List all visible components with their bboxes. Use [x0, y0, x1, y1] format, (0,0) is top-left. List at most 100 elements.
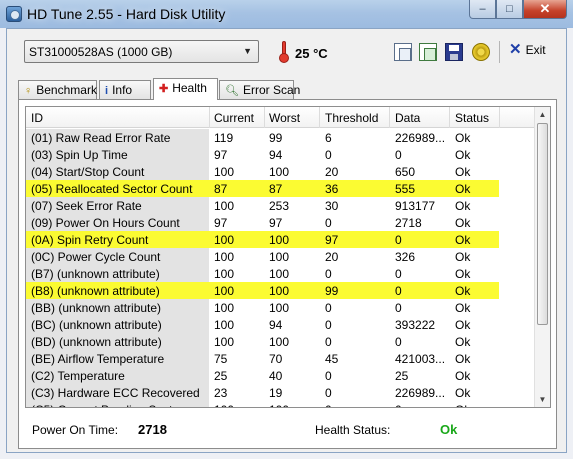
- cell-worst: 94: [269, 318, 283, 332]
- table-row[interactable]: (BE) Airflow Temperature 75 70 45 421003... O…: [26, 350, 536, 367]
- table-row[interactable]: (04) Start/Stop Count 100 100 20 650 Ok: [26, 163, 536, 180]
- table-row[interactable]: (C2) Temperature 25 40 0 25 Ok: [26, 367, 536, 384]
- cell-data: 0: [395, 233, 402, 247]
- column-header-status[interactable]: Status: [455, 111, 489, 125]
- cell-status: Ok: [455, 284, 471, 298]
- cell-current: 87: [214, 182, 228, 196]
- minimize-button[interactable]: –: [469, 0, 496, 19]
- cell-data: 0: [395, 403, 402, 407]
- tab-benchmark[interactable]: ♀ Benchmark: [18, 80, 97, 99]
- cell-data: 0: [395, 148, 402, 162]
- table-row[interactable]: (03) Spin Up Time 97 94 0 0 Ok: [26, 146, 536, 163]
- cell-threshold: 0: [325, 216, 332, 230]
- cell-threshold: 97: [325, 233, 339, 247]
- tab-label: Error Scan: [242, 83, 301, 97]
- close-button[interactable]: ✕: [523, 0, 567, 19]
- scroll-down-arrow-icon[interactable]: ▼: [535, 392, 550, 407]
- table-row[interactable]: (01) Raw Read Error Rate 119 99 6 226989... O…: [26, 129, 536, 146]
- cell-threshold: 6: [325, 131, 332, 145]
- cell-status: Ok: [455, 250, 471, 264]
- table-row[interactable]: (C5) Current Pending Sector 100 100 0 0 Ok: [26, 401, 536, 407]
- cell-id: (BB) (unknown attribute): [31, 301, 162, 315]
- thermometer-icon: [279, 41, 289, 63]
- cell-id: (BC) (unknown attribute): [31, 318, 162, 332]
- drive-select[interactable]: ST31000528AS (1000 GB) ▼: [24, 40, 259, 63]
- cell-current: 23: [214, 386, 228, 400]
- copy-icon[interactable]: [394, 43, 412, 61]
- app-window: HD Tune 2.55 - Hard Disk Utility – □ ✕ S…: [0, 0, 573, 459]
- cell-status: Ok: [455, 182, 471, 196]
- cell-data: 0: [395, 335, 402, 349]
- tab-error-scan[interactable]: 🔍︎ Error Scan: [219, 80, 300, 99]
- power-on-time-label: Power On Time:: [32, 423, 119, 437]
- window-title: HD Tune 2.55 - Hard Disk Utility: [27, 6, 226, 22]
- cell-id: (01) Raw Read Error Rate: [31, 131, 171, 145]
- cell-current: 97: [214, 148, 228, 162]
- cell-data: 0: [395, 284, 402, 298]
- column-header-data[interactable]: Data: [395, 111, 420, 125]
- copy-all-icon[interactable]: [419, 43, 437, 61]
- scroll-up-arrow-icon[interactable]: ▲: [535, 107, 550, 122]
- cell-id: (BD) (unknown attribute): [31, 335, 162, 349]
- cell-current: 100: [214, 318, 235, 332]
- title-bar[interactable]: HD Tune 2.55 - Hard Disk Utility – □ ✕: [0, 0, 573, 28]
- cell-status: Ok: [455, 369, 471, 383]
- maximize-button[interactable]: □: [496, 0, 523, 19]
- table-row[interactable]: (B7) (unknown attribute) 100 100 0 0 Ok: [26, 265, 536, 282]
- cell-threshold: 0: [325, 148, 332, 162]
- client-area: ST31000528AS (1000 GB) ▼ 25 °C ✕ Exit ♀ B…: [6, 28, 567, 453]
- cell-status: Ok: [455, 267, 471, 281]
- table-row[interactable]: (05) Reallocated Sector Count 87 87 36 555 Ok: [26, 180, 536, 197]
- tab-health[interactable]: ✚ Health: [153, 78, 218, 100]
- info-icon: i: [105, 85, 109, 97]
- cell-threshold: 20: [325, 250, 339, 264]
- cell-status: Ok: [455, 318, 471, 332]
- column-header-current[interactable]: Current: [214, 111, 254, 125]
- table-row[interactable]: (0C) Power Cycle Count 100 100 20 326 Ok: [26, 248, 536, 265]
- cell-id: (04) Start/Stop Count: [31, 165, 145, 179]
- column-header-id[interactable]: ID: [31, 111, 43, 125]
- tab-info[interactable]: i Info: [99, 80, 151, 99]
- save-icon[interactable]: [445, 43, 463, 61]
- cell-worst: 100: [269, 335, 290, 349]
- cell-data: 2718: [395, 216, 422, 230]
- cell-worst: 97: [269, 216, 283, 230]
- health-panel: ID Current Worst Threshold Data Status (…: [18, 99, 557, 449]
- table-row[interactable]: (C3) Hardware ECC Recovered 23 19 0 226989..…: [26, 384, 536, 401]
- cell-current: 100: [214, 165, 235, 179]
- table-row[interactable]: (BD) (unknown attribute) 100 100 0 0 Ok: [26, 333, 536, 350]
- column-header-worst[interactable]: Worst: [269, 111, 300, 125]
- table-row[interactable]: (BB) (unknown attribute) 100 100 0 0 Ok: [26, 299, 536, 316]
- cell-id: (BE) Airflow Temperature: [31, 352, 165, 366]
- exit-label: Exit: [525, 43, 546, 57]
- table-row[interactable]: (B8) (unknown attribute) 100 100 99 0 Ok: [26, 282, 536, 299]
- cell-current: 100: [214, 199, 235, 213]
- cell-threshold: 0: [325, 403, 332, 407]
- cell-status: Ok: [455, 386, 471, 400]
- options-icon[interactable]: [472, 43, 490, 61]
- health-status-value: Ok: [440, 422, 458, 437]
- scroll-thumb[interactable]: [537, 123, 548, 325]
- table-body: (01) Raw Read Error Rate 119 99 6 226989... O…: [26, 129, 536, 407]
- table-row[interactable]: (BC) (unknown attribute) 100 94 0 393222 Ok: [26, 316, 536, 333]
- vertical-scrollbar[interactable]: ▲ ▼: [534, 107, 550, 407]
- cell-data: 393222: [395, 318, 436, 332]
- cell-threshold: 20: [325, 165, 339, 179]
- cell-id: (09) Power On Hours Count: [31, 216, 180, 230]
- exit-button[interactable]: ✕ Exit: [509, 42, 546, 57]
- cell-data: 226989...: [395, 131, 446, 145]
- cell-threshold: 0: [325, 318, 332, 332]
- cell-status: Ok: [455, 216, 471, 230]
- cell-current: 100: [214, 250, 235, 264]
- smart-table[interactable]: ID Current Worst Threshold Data Status (…: [25, 106, 551, 408]
- table-row[interactable]: (09) Power On Hours Count 97 97 0 2718 Ok: [26, 214, 536, 231]
- table-row[interactable]: (07) Seek Error Rate 100 253 30 913177 Ok: [26, 197, 536, 214]
- cell-id: (0A) Spin Retry Count: [31, 233, 149, 247]
- column-header-threshold[interactable]: Threshold: [325, 111, 378, 125]
- cell-data: 555: [395, 182, 416, 196]
- table-row[interactable]: (0A) Spin Retry Count 100 100 97 0 Ok: [26, 231, 536, 248]
- cell-data: 326: [395, 250, 416, 264]
- cell-status: Ok: [455, 403, 470, 407]
- cell-worst: 94: [269, 148, 283, 162]
- cell-worst: 253: [269, 199, 290, 213]
